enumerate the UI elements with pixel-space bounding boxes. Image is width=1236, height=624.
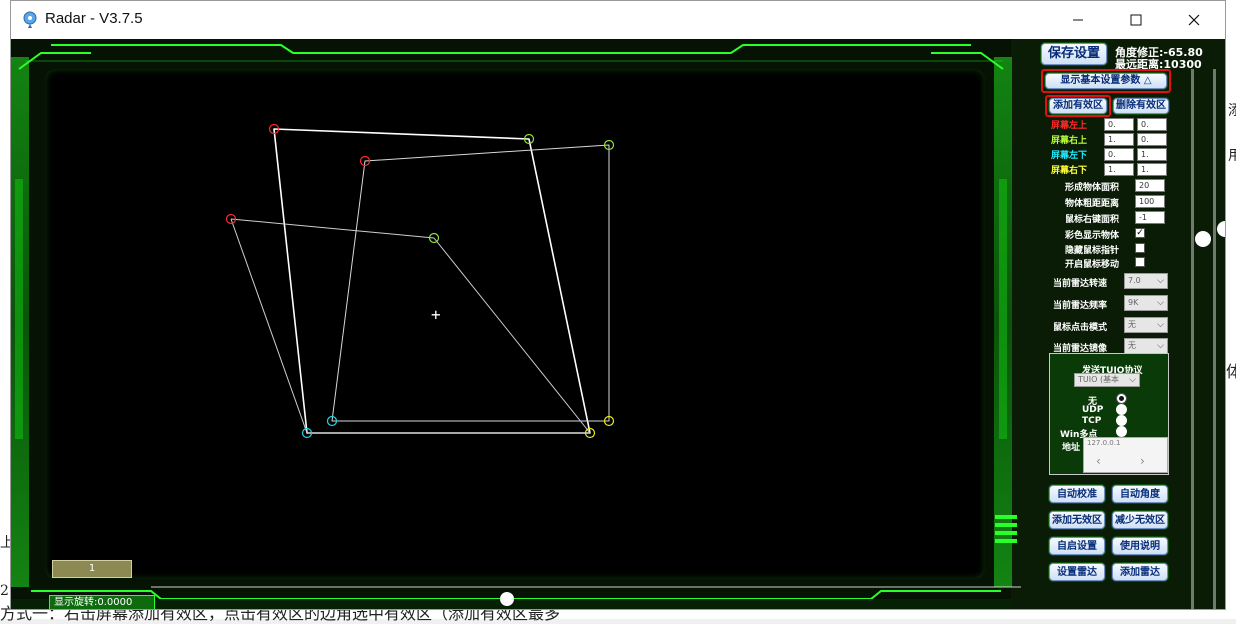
radar-speed-value: 7.0 <box>1128 276 1141 285</box>
maximize-icon <box>1130 14 1142 26</box>
radar-drawing <box>225 123 615 439</box>
tuio-option-tcp-radio[interactable] <box>1116 415 1127 426</box>
valid-zone-3 <box>230 218 591 434</box>
radar-frequency-select[interactable]: 9K ⌵ <box>1124 295 1168 311</box>
autostart-settings-button[interactable]: 自启设置 <box>1049 537 1105 555</box>
auto-angle-button[interactable]: 自动角度 <box>1112 485 1168 503</box>
show-settings-toggle[interactable]: 显示基本设置参数 △ <box>1045 73 1167 89</box>
corner-label-tr: 屏幕右上 <box>1051 136 1088 146</box>
minimize-icon <box>1073 19 1083 21</box>
check-label-mouse-move: 开启鼠标移动 <box>1065 260 1120 270</box>
param-label-right-click-area: 鼠标右键面积 <box>1065 215 1120 225</box>
param-right-click-area-field[interactable]: -1 <box>1135 211 1165 224</box>
add-radar-button[interactable]: 添加雷达 <box>1112 563 1168 581</box>
doc-text-fragment: 添 <box>1228 103 1236 119</box>
rotation-slider-thumb[interactable] <box>500 592 514 606</box>
tuio-address-label: 地址 <box>1062 443 1081 453</box>
doc-text-fragment: 用 <box>1228 148 1236 164</box>
crosshair-icon: + <box>431 305 441 324</box>
chevron-right-icon[interactable]: › <box>1140 454 1145 468</box>
window-title: Radar - V3.7.5 <box>45 10 143 27</box>
reduce-invalid-zone-button[interactable]: 减少无效区 <box>1112 511 1168 529</box>
radar-speed-select[interactable]: 7.0 ⌵ <box>1124 273 1168 289</box>
tuio-option-none-radio[interactable] <box>1116 393 1127 404</box>
corner-tl-x-field[interactable]: 0. <box>1104 118 1134 131</box>
corner-label-br: 屏幕右下 <box>1051 166 1088 176</box>
radar-mirror-select[interactable]: 无 ⌵ <box>1124 338 1168 354</box>
dropdown-label-radar-frequency: 当前雷达频率 <box>1053 301 1108 311</box>
radar-app-window: Radar - V3.7.5 + 1 显示旋转:0.0000 保存设置 角度修正… <box>10 0 1226 610</box>
valid-zone-1 <box>273 128 591 434</box>
color-display-checkbox[interactable]: ✓ <box>1135 228 1145 238</box>
param-object-distance-field[interactable]: 100 <box>1135 195 1165 208</box>
doc-text-fragment: 体 <box>1226 362 1236 381</box>
chevron-left-icon[interactable]: ‹ <box>1096 454 1101 468</box>
tuio-address-box[interactable]: 127.0.0.1 ‹ › <box>1083 437 1168 473</box>
tuio-mode-value: TUIO (基本 <box>1078 375 1120 384</box>
chevron-down-icon: ⌵ <box>1129 375 1136 385</box>
click-mode-select[interactable]: 无 ⌵ <box>1124 317 1168 333</box>
radar-canvas[interactable]: + 1 <box>45 69 985 579</box>
corner-br-x-field[interactable]: 1. <box>1104 163 1134 176</box>
tuio-group: 发送TUIO协议 TUIO (基本 ⌵ 无 UDP TCP Win多点 地址 12… <box>1049 353 1169 475</box>
tuio-option-udp-radio[interactable] <box>1116 404 1127 415</box>
param-object-area-field[interactable]: 20 <box>1135 179 1165 192</box>
corner-tr-x-field[interactable]: 1. <box>1104 133 1134 146</box>
hide-cursor-checkbox[interactable] <box>1135 243 1145 253</box>
corner-label-tl: 屏幕左上 <box>1051 121 1088 131</box>
rotation-readout: 显示旋转:0.0000 <box>49 595 155 609</box>
radar-frequency-value: 9K <box>1128 298 1139 307</box>
chevron-down-icon: ⌵ <box>1157 341 1164 351</box>
vertical-slider-thumb[interactable] <box>1217 221 1225 237</box>
corner-bl-y-field[interactable]: 1. <box>1137 148 1167 161</box>
maximize-button[interactable] <box>1107 1 1165 39</box>
dropdown-label-click-mode: 鼠标点击模式 <box>1053 323 1108 333</box>
auto-calibrate-button[interactable]: 自动校准 <box>1049 485 1105 503</box>
save-settings-button[interactable]: 保存设置 <box>1041 43 1107 65</box>
check-label-color-display: 彩色显示物体 <box>1065 231 1120 241</box>
vertical-slider-thumb[interactable] <box>1195 231 1211 247</box>
tuio-option-tcp-label: TCP <box>1082 416 1102 426</box>
title-bar: Radar - V3.7.5 <box>11 1 1225 39</box>
param-label-object-area: 形成物体面积 <box>1065 183 1120 193</box>
chevron-down-icon: ⌵ <box>1157 298 1164 308</box>
param-label-object-distance: 物体粗距距离 <box>1065 199 1120 209</box>
corner-label-bl: 屏幕左下 <box>1051 151 1088 161</box>
corner-bl-x-field[interactable]: 0. <box>1104 148 1134 161</box>
click-mode-value: 无 <box>1128 320 1136 329</box>
corner-tr-y-field[interactable]: 0. <box>1137 133 1167 146</box>
minimize-button[interactable] <box>1049 1 1107 39</box>
settings-panel: 保存设置 角度修正:-65.80 最远距离:10300 显示基本设置参数 △ 添… <box>1037 39 1225 609</box>
chevron-down-icon: ⌵ <box>1157 276 1164 286</box>
app-client-area: + 1 显示旋转:0.0000 保存设置 角度修正:-65.80 最远距离:10… <box>11 39 1225 609</box>
corner-tl-y-field[interactable]: 0. <box>1137 118 1167 131</box>
chevron-down-icon: ⌵ <box>1157 320 1164 330</box>
close-icon <box>1188 14 1200 26</box>
add-valid-zone-button[interactable]: 添加有效区 <box>1049 98 1107 114</box>
radar-settings-button[interactable]: 设置雷达 <box>1049 563 1105 581</box>
help-button[interactable]: 使用说明 <box>1112 537 1168 555</box>
tuio-address-value: 127.0.0.1 <box>1087 439 1121 447</box>
corner-br-y-field[interactable]: 1. <box>1137 163 1167 176</box>
radar-index-badge[interactable]: 1 <box>52 560 132 578</box>
tuio-mode-select[interactable]: TUIO (基本 ⌵ <box>1074 373 1140 387</box>
radar-mirror-value: 无 <box>1128 341 1136 350</box>
delete-valid-zone-button[interactable]: 删除有效区 <box>1113 98 1169 114</box>
dropdown-label-radar-speed: 当前雷达转速 <box>1053 279 1108 289</box>
add-invalid-zone-button[interactable]: 添加无效区 <box>1049 511 1105 529</box>
tuio-option-win-radio[interactable] <box>1116 426 1127 437</box>
app-icon <box>23 11 37 28</box>
tuio-option-udp-label: UDP <box>1082 405 1104 415</box>
mouse-move-checkbox[interactable] <box>1135 257 1145 267</box>
close-button[interactable] <box>1165 1 1223 39</box>
check-label-hide-cursor: 隐藏鼠标指针 <box>1065 246 1120 256</box>
